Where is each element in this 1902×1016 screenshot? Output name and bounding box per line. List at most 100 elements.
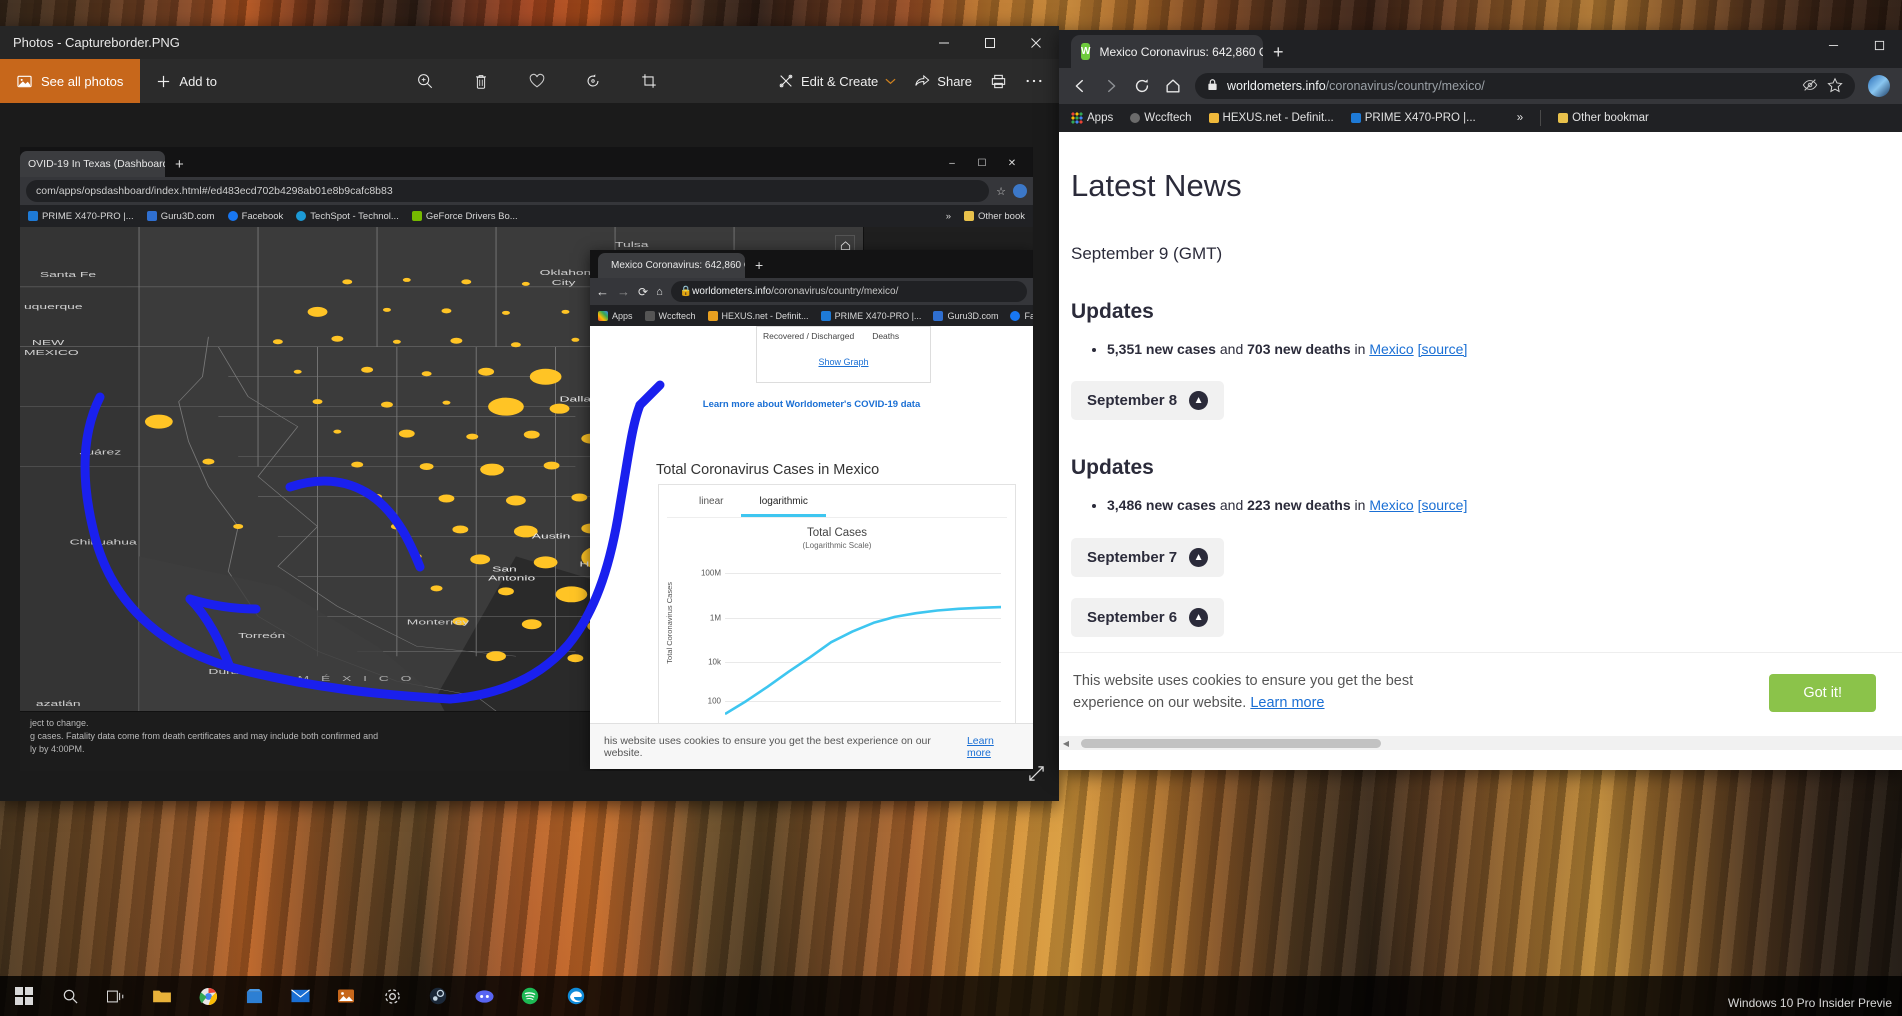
profile-avatar[interactable] <box>1013 184 1027 198</box>
back-icon[interactable] <box>1071 77 1089 95</box>
expand-image-button[interactable] <box>1028 765 1045 787</box>
country-link-1[interactable]: Mexico <box>1369 341 1413 357</box>
home-icon[interactable]: ⌂ <box>656 286 663 298</box>
chart-y-axis-label: Total Coronavirus Cases <box>665 582 674 664</box>
tab-linear[interactable]: linear <box>681 493 741 517</box>
bookmarks-overflow-button[interactable]: » <box>946 211 951 222</box>
edit-create-button[interactable]: Edit & Create <box>778 73 896 89</box>
inner-cookie-learn-more-link[interactable]: Learn more <box>967 735 1019 759</box>
back-icon[interactable]: ← <box>596 284 609 299</box>
updates-list-1: 5,351 new cases and 703 new deaths in Me… <box>1107 338 1902 360</box>
mail-icon[interactable] <box>278 976 322 1016</box>
new-tab-button[interactable]: + <box>175 156 184 173</box>
other-bookmarks-button[interactable]: Other book <box>964 211 1025 222</box>
settings-icon[interactable] <box>370 976 414 1016</box>
scrollbar-thumb[interactable] <box>1081 738 1381 748</box>
zoom-icon[interactable] <box>408 66 442 96</box>
start-icon[interactable] <box>2 976 46 1016</box>
bookmark-prime-x470[interactable]: PRIME X470-PRO |... <box>820 310 921 321</box>
show-graph-link[interactable]: Show Graph <box>757 357 930 367</box>
task-view-icon[interactable] <box>94 976 138 1016</box>
bookmark-wccftech[interactable]: Wccftech <box>1130 112 1192 124</box>
scroll-left-arrow[interactable]: ◀ <box>1059 739 1073 748</box>
url-path: /coronavirus/country/mexico/ <box>1325 79 1485 93</box>
steam-icon[interactable] <box>416 976 460 1016</box>
edge-icon[interactable] <box>554 976 598 1016</box>
chrome-icon[interactable] <box>186 976 230 1016</box>
more-options-button[interactable] <box>1025 78 1043 84</box>
texas-minimize-button[interactable]: – <box>937 151 967 175</box>
chart-scale-tabs: linear logarithmic <box>659 485 1015 517</box>
day-toggle-september-6[interactable]: September 6 ▲ <box>1071 597 1225 637</box>
photos-icon[interactable] <box>324 976 368 1016</box>
spotify-icon[interactable] <box>508 976 552 1016</box>
bookmark-hexus[interactable]: HEXUS.net - Definit... <box>707 310 809 321</box>
preposition: in <box>1350 497 1370 514</box>
bookmark-guru3d[interactable]: Guru3D.com <box>146 211 215 222</box>
reload-icon[interactable] <box>1133 77 1151 95</box>
bookmark-wccftech[interactable]: Wccftech <box>644 310 696 321</box>
cookie-learn-more-link[interactable]: Learn more <box>1250 695 1324 711</box>
chrome-address-bar[interactable]: worldometers.info/coronavirus/country/me… <box>1195 73 1855 99</box>
new-tab-button[interactable]: + <box>1273 42 1284 63</box>
source-link-1[interactable]: [source] <box>1418 341 1468 357</box>
store-icon[interactable] <box>232 976 276 1016</box>
displayed-screenshot-image: OVID-19 In Texas (Dashboard) ✕ + – ☐ ✕ c… <box>20 147 1033 771</box>
new-tab-button[interactable]: + <box>755 257 763 273</box>
bookmark-guru3d[interactable]: Guru3D.com <box>933 310 998 321</box>
bookmark-techspot[interactable]: TechSpot - Technol... <box>296 211 399 222</box>
crop-icon[interactable] <box>632 66 666 96</box>
learn-more-covid-data-link[interactable]: Learn more about Worldometer's COVID-19 … <box>590 399 1033 410</box>
bookmark-facebook[interactable]: Facebook <box>227 211 283 222</box>
chart-y-tick-2: 10k <box>708 657 721 667</box>
share-button[interactable]: Share <box>914 73 972 89</box>
forward-icon[interactable]: → <box>617 284 630 299</box>
bookmark-apps[interactable]: Apps <box>1071 112 1113 124</box>
texas-address-bar[interactable]: com/apps/opsdashboard/index.html#/ed483e… <box>26 180 990 202</box>
country-link-2[interactable]: Mexico <box>1369 497 1413 513</box>
discord-icon[interactable] <box>462 976 506 1016</box>
bookmark-prime-x470[interactable]: PRIME X470-PRO |... <box>1350 112 1476 124</box>
profile-avatar[interactable] <box>1868 75 1890 97</box>
home-icon[interactable] <box>1164 77 1182 95</box>
star-icon[interactable] <box>1827 77 1843 96</box>
worldometer-inner-tab[interactable]: Mexico Coronavirus: 642,860 Cas ✕ <box>598 253 745 278</box>
photos-minimize-button[interactable] <box>921 26 967 59</box>
worldometer-inner-address-bar[interactable]: 🔒 worldometers.info/coronavirus/country/… <box>670 281 1027 302</box>
add-to-button[interactable]: Add to <box>140 74 233 89</box>
forward-icon[interactable] <box>1102 77 1120 95</box>
texas-maximize-button[interactable]: ☐ <box>967 151 997 175</box>
favorite-icon[interactable] <box>520 66 554 96</box>
tab-logarithmic[interactable]: logarithmic <box>741 493 826 517</box>
rotate-icon[interactable] <box>576 66 610 96</box>
other-bookmarks-button[interactable]: Other bookmar <box>1558 112 1649 124</box>
bookmarks-overflow-button[interactable]: » <box>1517 112 1523 124</box>
bookmark-prime-x470[interactable]: PRIME X470-PRO |... <box>28 211 134 222</box>
bookmark-facebook[interactable]: Facebook <box>1010 310 1033 321</box>
day-toggle-september-7[interactable]: September 7 ▲ <box>1071 537 1225 577</box>
bookmark-apps[interactable]: Apps <box>598 310 633 321</box>
file-explorer-icon[interactable] <box>140 976 184 1016</box>
texas-browser-tab[interactable]: OVID-19 In Texas (Dashboard) ✕ <box>20 151 165 177</box>
delete-icon[interactable] <box>464 66 498 96</box>
chrome-maximize-button[interactable] <box>1856 30 1902 60</box>
photos-image-canvas: OVID-19 In Texas (Dashboard) ✕ + – ☐ ✕ c… <box>0 103 1059 801</box>
photos-close-button[interactable] <box>1013 26 1059 59</box>
texas-close-button[interactable]: ✕ <box>997 151 1027 175</box>
bookmark-geforce-drivers[interactable]: GeForce Drivers Bo... <box>411 211 518 222</box>
horizontal-scrollbar[interactable]: ◀ <box>1059 736 1902 750</box>
cookie-accept-button[interactable]: Got it! <box>1769 673 1876 712</box>
source-link-2[interactable]: [source] <box>1418 497 1468 513</box>
print-button[interactable] <box>990 73 1007 90</box>
bookmark-hexus[interactable]: HEXUS.net - Definit... <box>1208 112 1334 124</box>
day-toggle-september-8[interactable]: September 8 ▲ <box>1071 381 1225 421</box>
chrome-active-tab[interactable]: W Mexico Coronavirus: 642,860 Cas ✕ <box>1071 35 1263 68</box>
eye-off-icon[interactable] <box>1802 77 1818 96</box>
see-all-photos-button[interactable]: See all photos <box>0 59 141 103</box>
chrome-minimize-button[interactable] <box>1810 30 1856 60</box>
svg-text:azatlán: azatlán <box>36 700 81 708</box>
star-icon[interactable]: ☆ <box>996 185 1006 198</box>
reload-icon[interactable]: ⟳ <box>638 285 648 299</box>
search-icon[interactable] <box>48 976 92 1016</box>
photos-maximize-button[interactable] <box>967 26 1013 59</box>
